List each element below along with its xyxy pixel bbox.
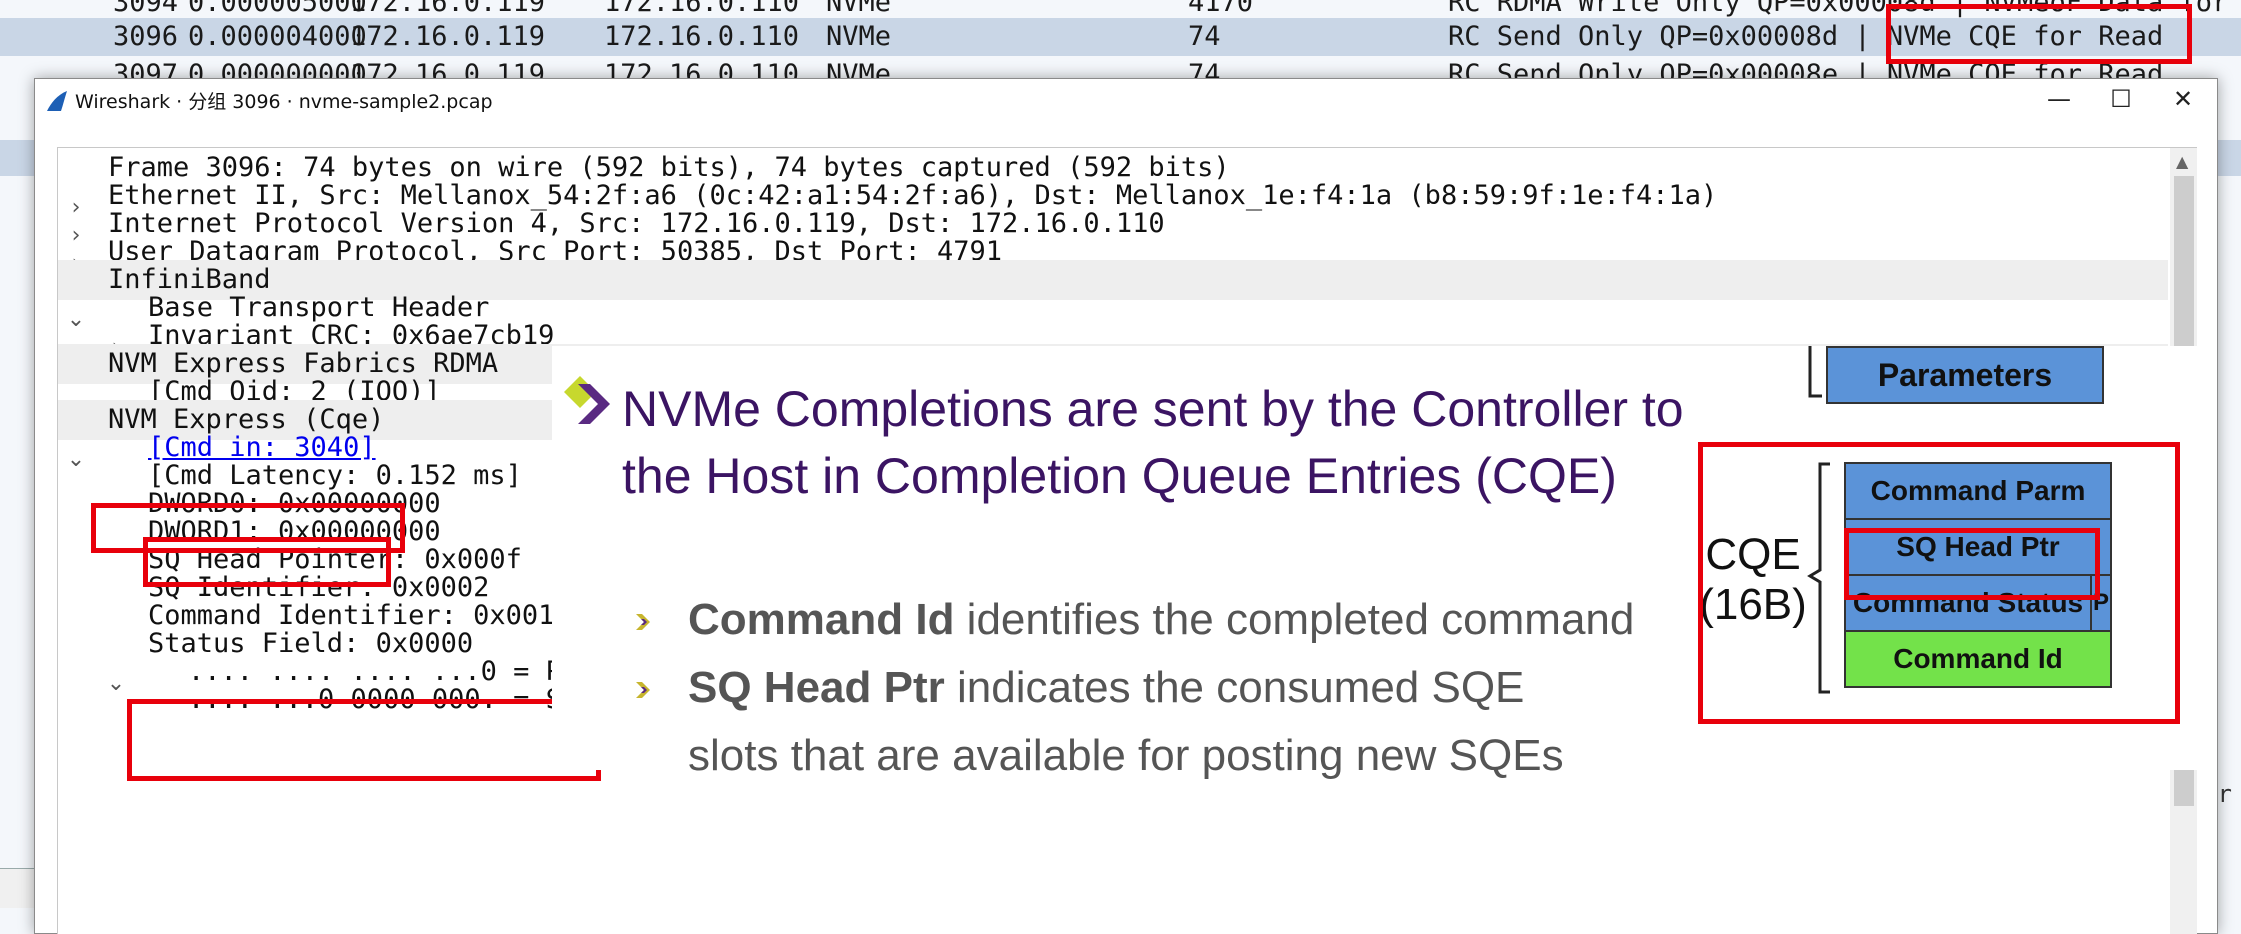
bullet-text: identifies the completed command	[954, 595, 1635, 644]
packet-src: 172.16.0.119	[350, 21, 546, 52]
slide-title: NVMe Completions are sent by the Control…	[622, 381, 1684, 504]
slide-bullet-sq-head-ptr: SQ Head Ptr indicates the consumed SQE	[688, 654, 1788, 722]
window-title: Wireshark · 分组 3096 · nvme-sample2.pcap	[75, 91, 493, 113]
bullet-text: indicates the consumed SQE	[944, 663, 1525, 712]
packet-dst: 172.16.0.110	[604, 21, 800, 52]
parameters-box: Parameters	[1826, 346, 2104, 404]
packet-time: 0.000004000	[188, 21, 367, 52]
background-status-fragment	[0, 868, 34, 908]
selection-strip-left	[0, 140, 34, 176]
packet-proto: NVMe	[826, 21, 892, 52]
packet-len: 74	[1188, 21, 1221, 52]
highlight-cqe-for-read	[1886, 4, 2192, 64]
close-button[interactable]: ✕	[2149, 79, 2217, 123]
wireshark-fin-icon	[47, 91, 67, 111]
minimize-button[interactable]: —	[2025, 79, 2093, 123]
bullet-arrow-icon	[636, 614, 650, 630]
highlight-sq-fields	[127, 699, 601, 781]
chevron-bullet-icon	[564, 376, 610, 424]
bullet-term: Command Id	[688, 595, 955, 644]
packet-no: 3096	[113, 21, 179, 52]
slide-overlay: NVMe Completions are sent by the Control…	[552, 346, 2202, 780]
highlight-sq-head-ptr	[1844, 528, 2100, 600]
scroll-up-icon[interactable]: ▲	[2176, 152, 2188, 171]
bullet-arrow-icon	[636, 682, 650, 698]
highlight-cmd-in	[143, 537, 391, 587]
maximize-button[interactable]: ☐	[2087, 79, 2155, 123]
title-bar[interactable]: Wireshark · 分组 3096 · nvme-sample2.pcap …	[35, 79, 2217, 123]
slide-bullet-continuation: slots that are available for posting new…	[688, 731, 1564, 780]
slide-bullet-command-id: Command Id identifies the completed comm…	[688, 586, 1788, 654]
bullet-term: SQ Head Ptr	[688, 663, 945, 712]
